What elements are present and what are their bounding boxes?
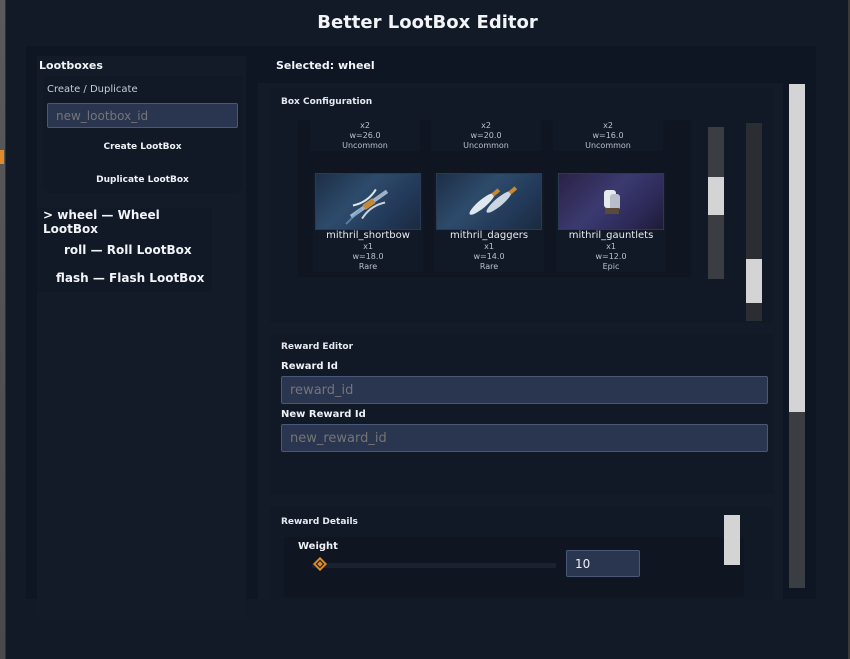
shortbow-icon (315, 173, 421, 230)
reward-weight: w=16.0 (592, 131, 624, 140)
reward-rarity: Uncommon (585, 141, 631, 150)
reward-details-section: Reward Details Weight (270, 507, 773, 599)
weight-value-input[interactable] (566, 550, 640, 577)
lootbox-panel: Lootboxes Create / Duplicate Create Loot… (37, 56, 246, 619)
weight-label: Weight (298, 541, 338, 552)
reward-rarity: Uncommon (463, 141, 509, 150)
reward-qty: x2 (481, 121, 491, 130)
reward-weight: w=18.0 (352, 252, 384, 261)
reward-card[interactable]: voidheart x2 w=16.0 Uncommon (553, 120, 663, 151)
selected-lootbox-label: Selected: wheel (276, 59, 375, 72)
box-config-scroll-thumb[interactable] (746, 259, 762, 303)
lootbox-id-input[interactable] (47, 103, 238, 128)
reward-editor-title: Reward Editor (281, 342, 354, 352)
box-config-scrollbar[interactable] (746, 123, 762, 321)
weight-slider-track[interactable] (312, 563, 556, 568)
reward-qty: x2 (603, 121, 613, 130)
rewards-grid-scrollbar[interactable] (708, 127, 724, 279)
reward-qty: x1 (484, 242, 494, 251)
gauntlets-icon (558, 173, 664, 230)
reward-qty: x2 (360, 121, 370, 130)
weight-control: Weight (284, 537, 744, 597)
background-accent (0, 150, 4, 164)
lootbox-list: > wheel — Wheel LootBox roll — Roll Loot… (37, 208, 212, 292)
reward-rarity: Epic (602, 262, 620, 271)
box-configuration-section: Box Configuration jellyfish_cyan x2 w=26… (270, 88, 773, 323)
reward-weight: w=26.0 (349, 131, 381, 140)
lootbox-item-flash[interactable]: flash — Flash LootBox (37, 264, 212, 292)
duplicate-lootbox-button[interactable]: Duplicate LootBox (47, 167, 238, 193)
reward-name: mithril_daggers (449, 230, 529, 241)
new-reward-id-label: New Reward Id (281, 409, 366, 420)
reward-id-input[interactable] (281, 376, 768, 404)
reward-card[interactable]: jellyfish_green x2 w=20.0 Uncommon (431, 120, 541, 151)
reward-weight: w=14.0 (473, 252, 505, 261)
reward-id-label: Reward Id (281, 361, 338, 372)
reward-details-scroll-thumb[interactable] (724, 515, 740, 565)
new-reward-id-input[interactable] (281, 424, 768, 452)
main-scrollbar[interactable] (789, 84, 805, 588)
lootboxes-heading: Lootboxes (39, 59, 103, 72)
reward-qty: x1 (363, 242, 373, 251)
main-scroll-thumb[interactable] (789, 84, 805, 412)
lootbox-item-roll[interactable]: roll — Roll LootBox (37, 236, 212, 264)
reward-weight: w=12.0 (595, 252, 627, 261)
editor-window: Better LootBox Editor Lootboxes Create /… (5, 0, 848, 659)
reward-details-title: Reward Details (281, 517, 358, 527)
reward-rarity: Rare (479, 262, 499, 271)
window-title: Better LootBox Editor (317, 12, 538, 33)
rewards-grid-scroll-thumb[interactable] (708, 177, 724, 215)
reward-qty: x1 (606, 242, 616, 251)
create-duplicate-section: Create / Duplicate Create LootBox Duplic… (43, 76, 243, 193)
reward-card[interactable]: mithril_shortbow x1 w=18.0 Rare (313, 173, 423, 272)
daggers-icon (436, 173, 542, 230)
details-scroll-area: Box Configuration jellyfish_cyan x2 w=26… (258, 83, 783, 599)
weight-slider-handle[interactable] (312, 556, 328, 572)
reward-card[interactable]: mithril_gauntlets x1 w=12.0 Epic (556, 173, 666, 272)
reward-rarity: Rare (358, 262, 378, 271)
create-lootbox-button[interactable]: Create LootBox (47, 134, 238, 160)
main-frame: Lootboxes Create / Duplicate Create Loot… (26, 46, 816, 619)
reward-weight: w=20.0 (470, 131, 502, 140)
reward-card[interactable]: jellyfish_cyan x2 w=26.0 Uncommon (310, 120, 420, 151)
create-duplicate-label: Create / Duplicate (47, 84, 138, 95)
rewards-grid[interactable]: jellyfish_cyan x2 w=26.0 Uncommon jellyf… (298, 120, 691, 277)
reward-editor-section: Reward Editor Reward Id New Reward Id (270, 334, 773, 494)
reward-name: mithril_gauntlets (568, 230, 654, 241)
lootbox-item-wheel[interactable]: > wheel — Wheel LootBox (37, 208, 212, 236)
reward-rarity: Uncommon (342, 141, 388, 150)
reward-card[interactable]: mithril_daggers x1 w=14.0 Rare (434, 173, 544, 272)
reward-name: mithril_shortbow (326, 230, 410, 241)
box-configuration-title: Box Configuration (281, 97, 373, 107)
